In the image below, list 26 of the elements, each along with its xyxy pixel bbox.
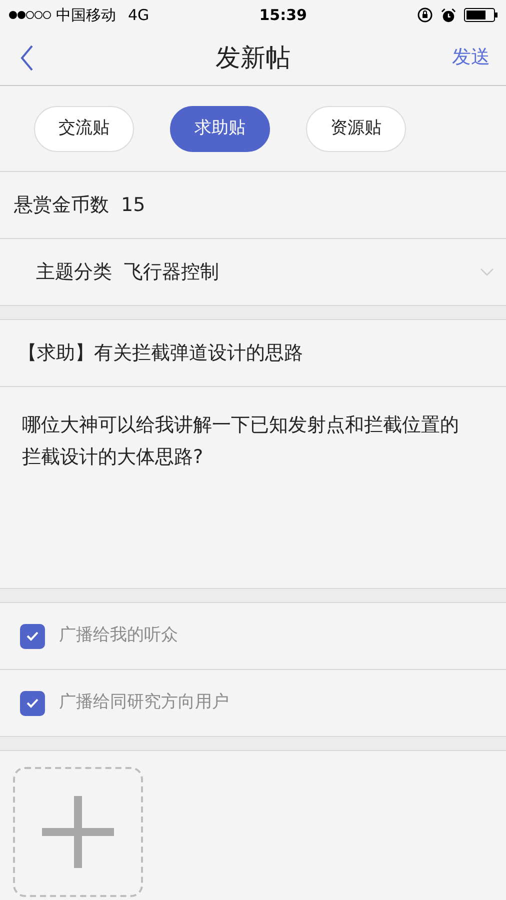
checkmark-icon [26,631,39,641]
checkmark-icon [26,698,39,708]
broadcast-label: 广播给我的听众 [59,624,178,648]
post-type-tab[interactable]: 求助贴 [170,106,270,152]
post-title-field[interactable]: 【求助】有关拦截弹道设计的思路 [18,338,303,368]
page-title: 发新帖 [216,42,290,74]
reward-value[interactable]: 15 [121,190,146,220]
rotation-lock-icon [417,7,434,23]
network-type: 4G [128,4,150,26]
broadcast-label: 广播给同研究方向用户 [59,691,229,714]
reward-label: 悬赏金币数 [14,192,109,218]
plus-icon [42,796,114,868]
category-label: 主题分类 [36,260,112,285]
post-type-tab[interactable]: 交流贴 [34,106,134,152]
clock-time: 15:39 [259,4,307,26]
checkbox[interactable] [20,624,45,648]
checkbox[interactable] [20,690,45,716]
send-button[interactable]: 发送 [452,43,490,72]
post-body-field[interactable]: 哪位大神可以给我讲解一下已知发射点和拦截位置的拦截设计的大体思路? [22,409,464,473]
category-value[interactable]: 飞行器控制 [124,258,219,286]
signal-strength-icon [8,10,52,20]
carrier-name: 中国移动 [56,4,116,26]
battery-icon [464,8,498,22]
back-icon[interactable] [20,44,34,72]
post-type-tab[interactable]: 资源贴 [306,106,406,152]
alarm-clock-icon [441,8,456,22]
